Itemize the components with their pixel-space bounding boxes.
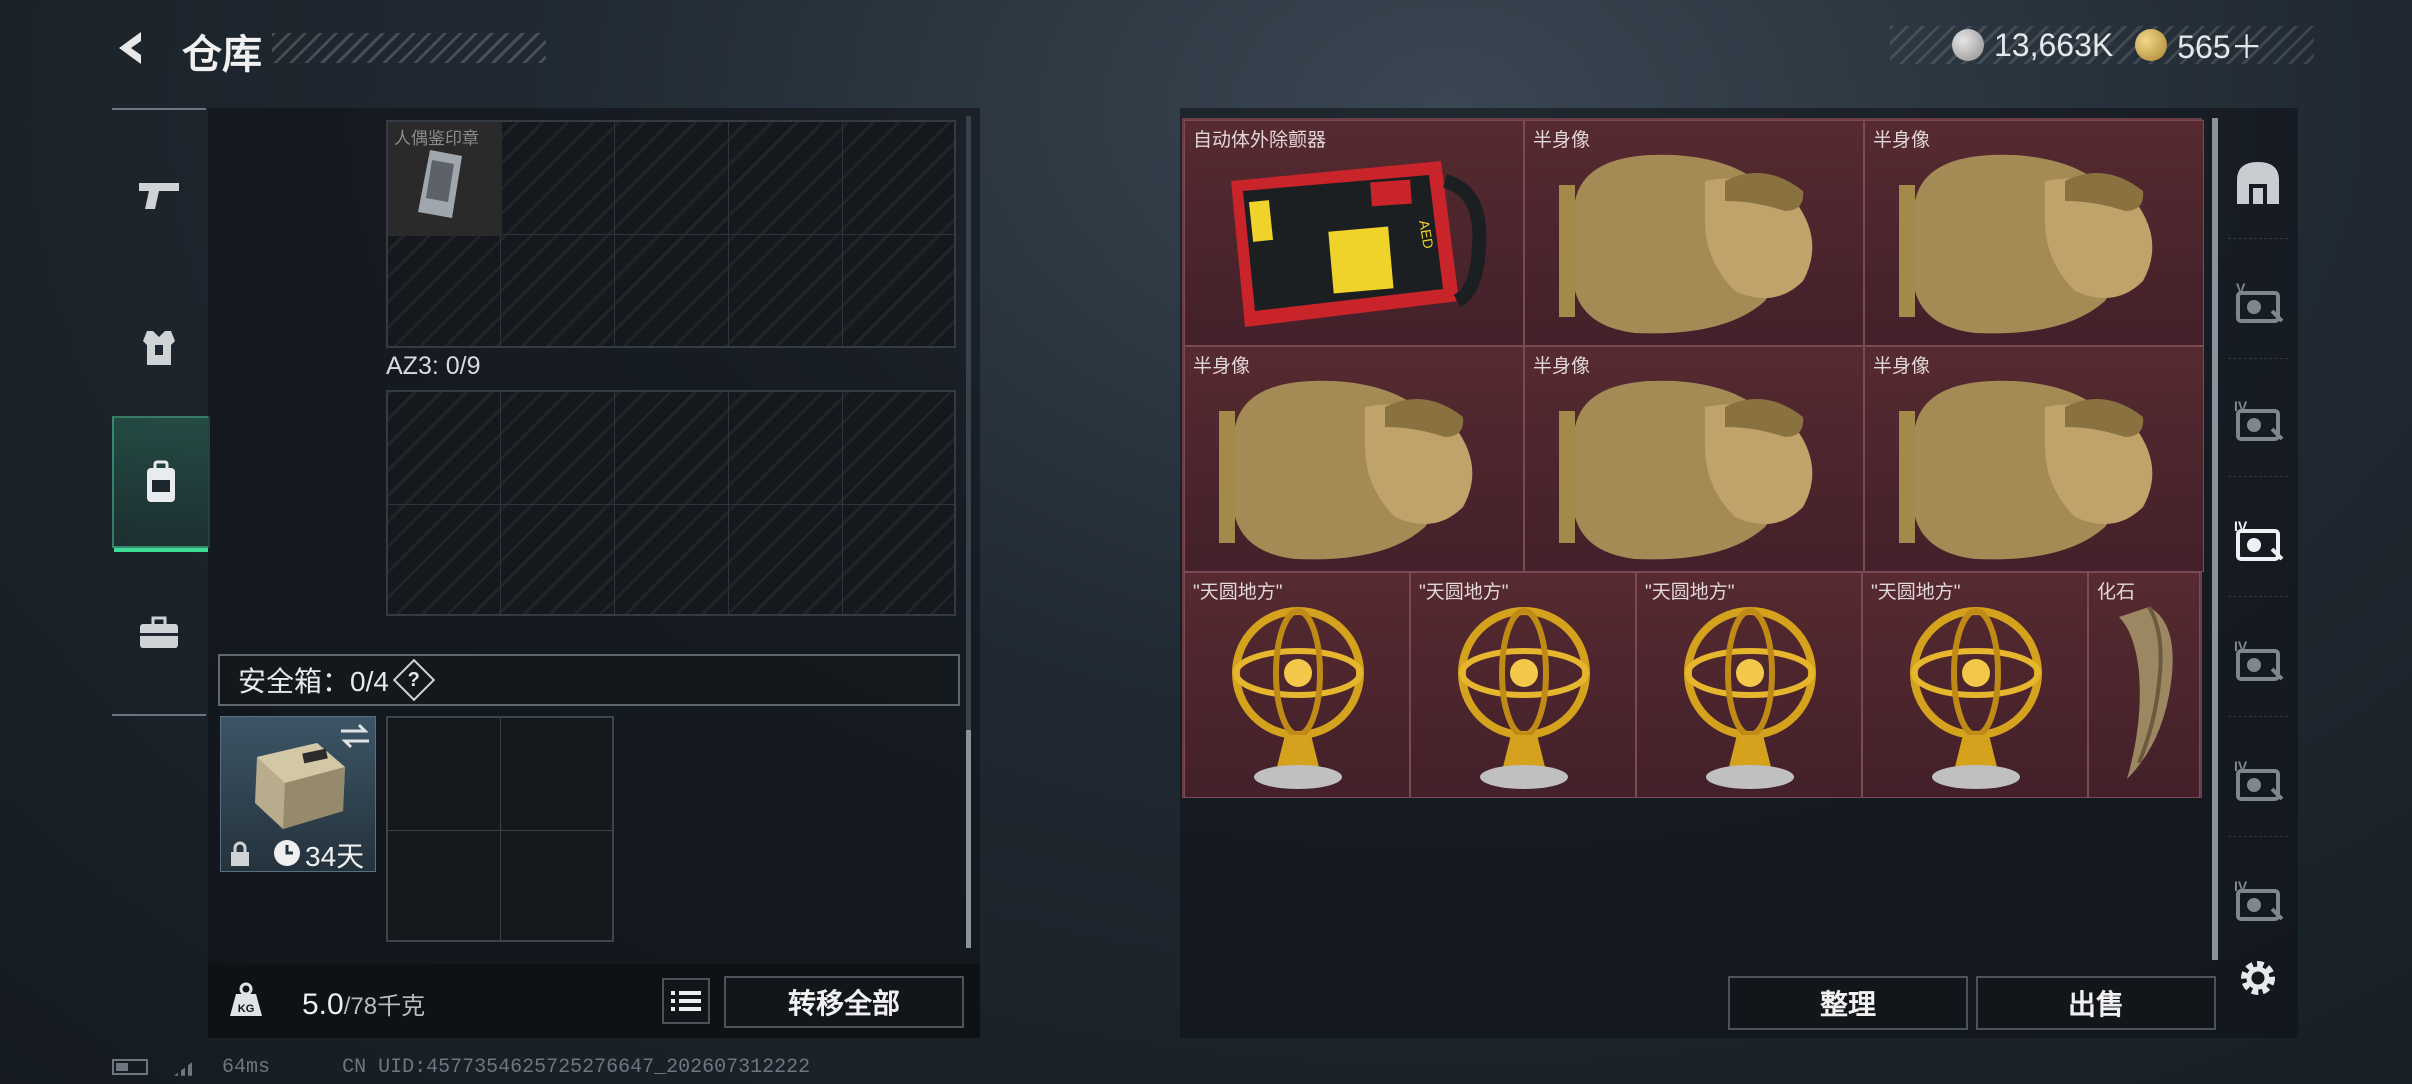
aed-icon: AED: [1231, 161, 1487, 327]
camera-case-icon: IV: [2234, 399, 2284, 441]
item-bust[interactable]: 半身像: [1524, 346, 1864, 572]
page-title: 仓库: [182, 33, 262, 77]
safebox-grid[interactable]: [386, 716, 614, 942]
briefcase-icon: [140, 616, 178, 648]
svg-text:V: V: [2236, 281, 2246, 296]
safebox-icon: [255, 743, 345, 829]
camera-case-icon: IV: [2234, 639, 2284, 681]
armillary-sphere-icon: [1684, 607, 1816, 789]
filter-tier-iv-selected[interactable]: IV: [2228, 486, 2288, 597]
az3-grid[interactable]: [386, 390, 956, 616]
item-bust[interactable]: 半身像: [1184, 346, 1524, 572]
gold-coin-icon: [2135, 29, 2168, 61]
armillary-sphere-icon: [1910, 607, 2042, 789]
bust-icon: [1219, 380, 1473, 560]
item-armillary-sphere[interactable]: "天圆地方": [1410, 572, 1636, 798]
safebox-label: 安全箱：0/4: [238, 666, 389, 697]
bust-icon: [1899, 380, 2153, 560]
filter-tier-iv[interactable]: IV: [2228, 366, 2288, 477]
tab-armor[interactable]: [112, 300, 206, 394]
title-decoration: [272, 33, 546, 63]
armillary-sphere-icon: [1458, 607, 1590, 789]
ping-readout: 64ms: [222, 1056, 271, 1079]
container-grid-top[interactable]: 人偶鉴印章: [386, 120, 956, 348]
svg-text:IV: IV: [2234, 879, 2248, 894]
az3-capacity: AZ3: 0/9: [386, 352, 481, 380]
bust-icon: [1559, 154, 1813, 334]
tab-backpack[interactable]: [112, 416, 210, 552]
camera-case-icon: IV: [2234, 519, 2284, 561]
gold-amount: 565＋: [2177, 29, 2263, 65]
weight-current: 5.0: [302, 988, 344, 1021]
uid-readout: CN UID:4577354625725276647_202607312222: [342, 1056, 811, 1079]
back-arrow-icon: [119, 32, 141, 64]
sell-button[interactable]: 出售: [1976, 976, 2216, 1030]
svg-text:KG: KG: [238, 1003, 255, 1015]
camera-case-icon: IV: [2234, 879, 2284, 921]
weight-max: /78千克: [343, 993, 426, 1020]
camera-case-icon: IV: [2234, 759, 2284, 801]
pistol-icon: [139, 183, 179, 209]
category-tabbar: [112, 108, 210, 716]
battery-icon: [112, 1058, 148, 1075]
camera-case-icon: V: [2236, 281, 2284, 323]
currency-bar: 13,663K 565＋: [1890, 26, 2314, 65]
item-armillary-sphere[interactable]: "天圆地方": [1184, 572, 1410, 798]
armillary-sphere-icon: [1232, 607, 1364, 789]
lock-icon: [231, 841, 249, 866]
tab-case[interactable]: [112, 586, 206, 680]
transfer-all-button[interactable]: 转移全部: [724, 976, 964, 1028]
swap-icon: [341, 723, 369, 749]
weight-readout: 5.0/78千克: [302, 986, 425, 1022]
back-button[interactable]: [110, 25, 156, 71]
fossil-claw-icon: [2119, 605, 2173, 779]
svg-text:IV: IV: [2234, 759, 2248, 774]
svg-text:IV: IV: [2234, 399, 2248, 414]
signal-icon: [174, 1057, 199, 1076]
safebox-item[interactable]: 34天: [220, 716, 376, 872]
item-bust[interactable]: 半身像: [1864, 120, 2204, 346]
bust-icon: [1559, 380, 1813, 560]
filter-tier-iv[interactable]: IV: [2228, 846, 2288, 956]
stamp-icon: [418, 150, 462, 218]
left-scroll-thumb[interactable]: [966, 730, 971, 948]
list-icon: [671, 991, 701, 1011]
help-icon: ?: [407, 668, 421, 691]
item-label: 化石: [2097, 582, 2136, 603]
stash-scrollbar[interactable]: [2212, 118, 2218, 960]
backpack-icon: [147, 460, 175, 502]
item-aed[interactable]: 自动体外除颤器 AED: [1184, 120, 1524, 346]
stash-filter-bar: V IV IV IV IV IV: [2228, 118, 2288, 940]
item-armillary-sphere[interactable]: "天圆地方": [1636, 572, 1862, 798]
help-button[interactable]: ?: [392, 658, 436, 702]
list-view-button[interactable]: [662, 978, 710, 1024]
item-bust[interactable]: 半身像: [1524, 120, 1864, 346]
stamp-item[interactable]: 人偶鉴印章: [388, 122, 502, 236]
status-bar: 64ms CN UID:4577354625725276647_20260731…: [112, 1056, 810, 1079]
stash-all-icon: [2237, 162, 2279, 204]
gear-icon: [2241, 961, 2275, 995]
filter-all[interactable]: [2228, 128, 2288, 239]
tab-weapons[interactable]: [112, 148, 206, 242]
item-bust[interactable]: 半身像: [1864, 346, 2204, 572]
clock-icon: [274, 840, 300, 866]
settings-button[interactable]: [2234, 954, 2282, 1002]
bust-icon: [1899, 154, 2153, 334]
svg-text:IV: IV: [2234, 519, 2248, 534]
weight-icon: KG: [230, 982, 262, 1016]
stash-item-grid: 自动体外除颤器 AED 半身像 半身像 半身像 半身像 半身像 "天圆地方" "…: [1182, 118, 2204, 798]
item-armillary-sphere[interactable]: "天圆地方": [1862, 572, 2088, 798]
item-label: 自动体外除颤器: [1193, 130, 1327, 151]
filter-tier-iv[interactable]: IV: [2228, 726, 2288, 837]
sort-button[interactable]: 整理: [1728, 976, 1968, 1030]
item-fossil[interactable]: 化石: [2088, 572, 2200, 798]
armor-vest-icon: [143, 331, 175, 365]
safebox-days: 34天: [305, 841, 365, 872]
svg-text:IV: IV: [2234, 639, 2248, 654]
silver-coin-icon: [1952, 29, 1984, 61]
safebox-header: 安全箱：0/4 ?: [218, 654, 960, 706]
filter-tier-v[interactable]: V: [2228, 248, 2288, 359]
filter-tier-iv[interactable]: IV: [2228, 606, 2288, 717]
coin-amount: 13,663K: [1994, 26, 2114, 63]
